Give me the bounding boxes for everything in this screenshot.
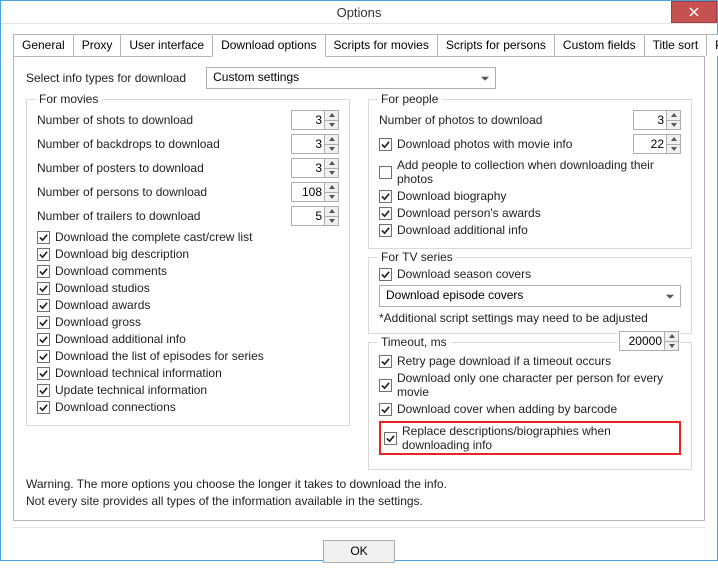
backdrops-label: Number of backdrops to download bbox=[37, 137, 220, 151]
episodes-checkbox[interactable] bbox=[37, 350, 50, 363]
spinner-down-icon[interactable] bbox=[325, 121, 338, 130]
shots-spinner[interactable]: 3 bbox=[291, 110, 339, 130]
with-movie-spinner[interactable]: 22 bbox=[633, 134, 681, 154]
tab-scripts-persons[interactable]: Scripts for persons bbox=[437, 34, 555, 56]
info-types-value: Custom settings bbox=[213, 70, 299, 84]
close-icon bbox=[689, 7, 699, 17]
photos-with-movie-checkbox[interactable] bbox=[379, 138, 392, 151]
studios-checkbox[interactable] bbox=[37, 282, 50, 295]
trailers-spinner[interactable]: 5 bbox=[291, 206, 339, 226]
warning-text: Warning. The more options you choose the… bbox=[26, 476, 692, 510]
timeout-group: Timeout, ms 20000 Retry page download if… bbox=[368, 342, 692, 470]
replace-desc-checkbox[interactable] bbox=[384, 432, 397, 445]
additional-info-checkbox[interactable] bbox=[37, 333, 50, 346]
tab-general[interactable]: General bbox=[13, 34, 74, 56]
tv-group: For TV series Download season covers Dow… bbox=[368, 257, 692, 334]
options-window: Options General Proxy User interface Dow… bbox=[0, 0, 718, 561]
movies-group-title: For movies bbox=[35, 92, 102, 106]
cover-barcode-checkbox[interactable] bbox=[379, 403, 392, 416]
awards-checkbox[interactable] bbox=[37, 299, 50, 312]
persons-spinner[interactable]: 108 bbox=[291, 182, 339, 202]
tv-note: *Additional script settings may need to … bbox=[379, 311, 681, 325]
biography-checkbox[interactable] bbox=[379, 190, 392, 203]
cast-crew-checkbox[interactable] bbox=[37, 231, 50, 244]
spinner-up-icon[interactable] bbox=[325, 111, 338, 121]
content-area: General Proxy User interface Download op… bbox=[1, 24, 717, 577]
photos-spinner[interactable]: 3 bbox=[633, 110, 681, 130]
photos-label: Number of photos to download bbox=[379, 113, 542, 127]
tab-panel: Select info types for download Custom se… bbox=[13, 57, 705, 521]
tab-title-sort[interactable]: Title sort bbox=[644, 34, 708, 56]
tab-download-options[interactable]: Download options bbox=[212, 34, 325, 57]
retry-checkbox[interactable] bbox=[379, 355, 392, 368]
update-tech-checkbox[interactable] bbox=[37, 384, 50, 397]
connections-checkbox[interactable] bbox=[37, 401, 50, 414]
close-button[interactable] bbox=[671, 1, 717, 23]
tech-info-checkbox[interactable] bbox=[37, 367, 50, 380]
shots-label: Number of shots to download bbox=[37, 113, 193, 127]
movies-group: For movies Number of shots to download 3… bbox=[26, 99, 350, 426]
person-awards-checkbox[interactable] bbox=[379, 207, 392, 220]
posters-label: Number of posters to download bbox=[37, 161, 204, 175]
tv-group-title: For TV series bbox=[377, 250, 457, 264]
people-additional-checkbox[interactable] bbox=[379, 224, 392, 237]
titlebar: Options bbox=[1, 1, 717, 24]
tab-user-interface[interactable]: User interface bbox=[120, 34, 213, 56]
people-group-title: For people bbox=[377, 92, 442, 106]
comments-checkbox[interactable] bbox=[37, 265, 50, 278]
window-title: Options bbox=[337, 5, 382, 20]
big-desc-checkbox[interactable] bbox=[37, 248, 50, 261]
replace-highlight: Replace descriptions/biographies when do… bbox=[379, 421, 681, 455]
season-covers-checkbox[interactable] bbox=[379, 268, 392, 281]
one-char-checkbox[interactable] bbox=[379, 379, 392, 392]
episode-covers-select[interactable]: Download episode covers bbox=[379, 285, 681, 307]
tab-strip: General Proxy User interface Download op… bbox=[13, 34, 705, 57]
info-types-select[interactable]: Custom settings bbox=[206, 67, 496, 89]
trailers-label: Number of trailers to download bbox=[37, 209, 200, 223]
footer: OK bbox=[13, 527, 705, 577]
timeout-label: Timeout, ms bbox=[377, 335, 451, 349]
people-group: For people Number of photos to download … bbox=[368, 99, 692, 249]
tab-proxy[interactable]: Proxy bbox=[73, 34, 122, 56]
posters-spinner[interactable]: 3 bbox=[291, 158, 339, 178]
episode-covers-value: Download episode covers bbox=[386, 288, 523, 302]
backdrops-spinner[interactable]: 3 bbox=[291, 134, 339, 154]
tab-custom-fields[interactable]: Custom fields bbox=[554, 34, 645, 56]
persons-label: Number of persons to download bbox=[37, 185, 207, 199]
gross-checkbox[interactable] bbox=[37, 316, 50, 329]
add-people-checkbox[interactable] bbox=[379, 166, 392, 179]
select-info-label: Select info types for download bbox=[26, 71, 186, 85]
tab-play-options[interactable]: Play options bbox=[706, 34, 718, 56]
timeout-spinner[interactable]: 20000 bbox=[619, 331, 679, 351]
tab-scripts-movies[interactable]: Scripts for movies bbox=[325, 34, 438, 56]
ok-button[interactable]: OK bbox=[323, 540, 395, 563]
